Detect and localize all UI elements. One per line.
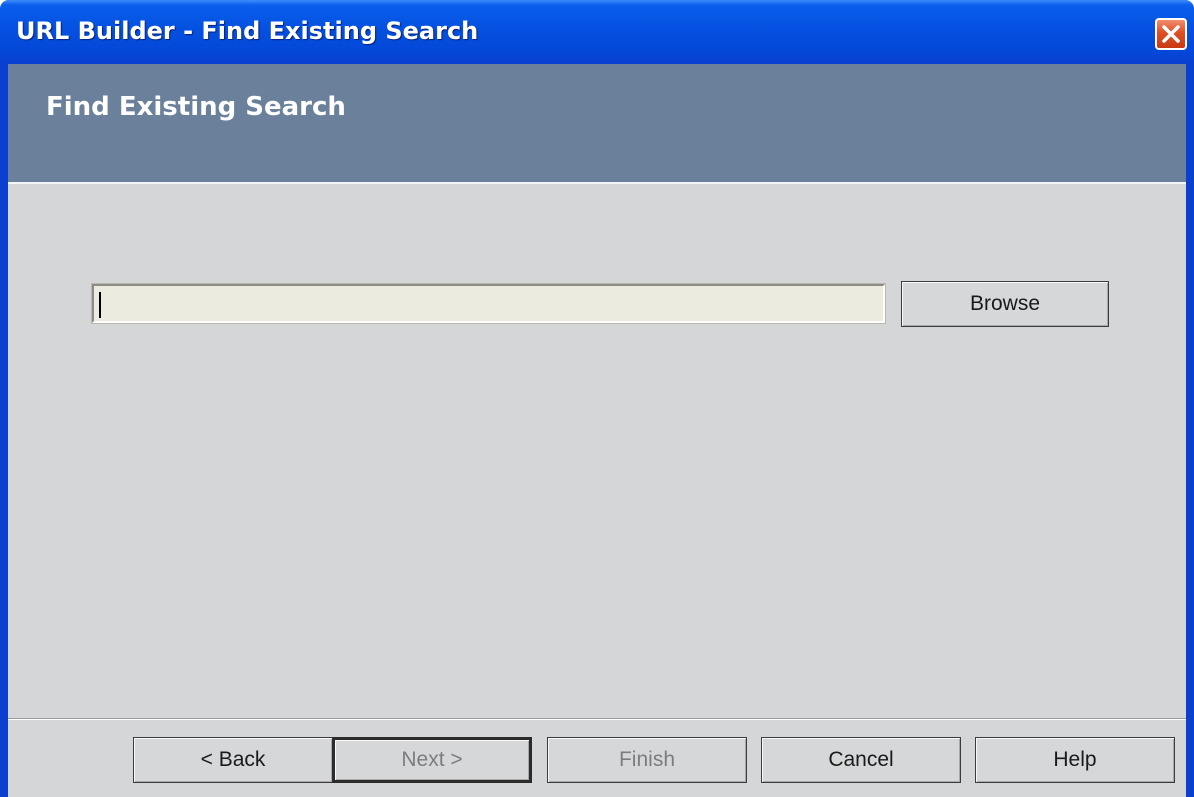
window-title: URL Builder - Find Existing Search [16,17,479,45]
title-bar[interactable]: URL Builder - Find Existing Search [0,0,1194,64]
next-button[interactable]: Next > [332,737,532,783]
dialog-window: URL Builder - Find Existing Search Find … [0,0,1194,797]
text-caret [99,292,101,318]
footer-divider [8,718,1186,720]
page-title: Find Existing Search [46,92,346,122]
finish-button[interactable]: Finish [547,737,747,783]
close-button[interactable] [1155,18,1187,50]
help-button[interactable]: Help [975,737,1175,783]
header-banner: Find Existing Search [8,64,1186,184]
close-icon [1162,25,1180,43]
dialog-body: Find Existing Search Browse < Back Next … [8,64,1186,797]
browse-button[interactable]: Browse [901,281,1109,327]
search-path-input[interactable] [91,283,886,324]
back-button[interactable]: < Back [133,737,333,783]
cancel-button[interactable]: Cancel [761,737,961,783]
